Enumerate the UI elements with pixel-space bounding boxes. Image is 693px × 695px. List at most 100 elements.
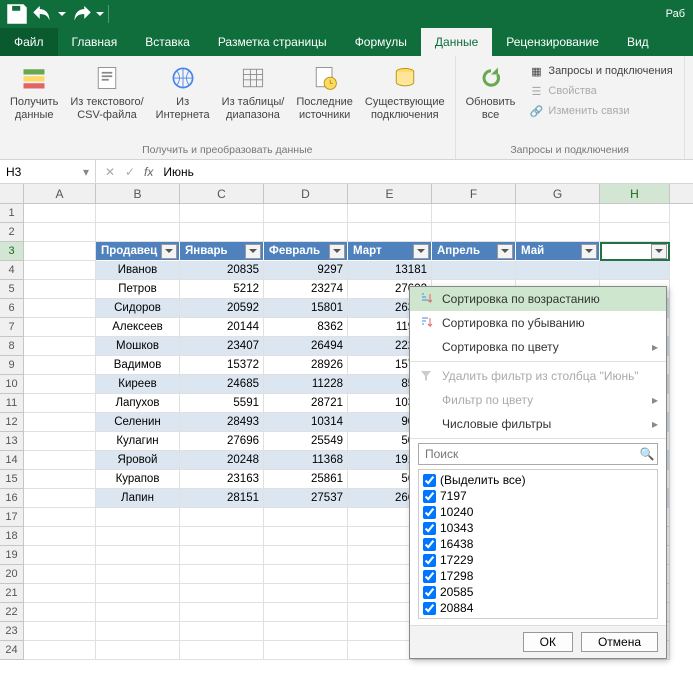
filter-checkbox[interactable] [423,522,436,535]
number-filters-item[interactable]: Числовые фильтры ▸ [410,412,666,436]
row-header[interactable]: 3 [0,242,24,261]
column-header-B[interactable]: B [96,184,180,203]
cell[interactable]: Кулагин [96,432,180,451]
cancel-button[interactable]: Отмена [581,632,658,652]
row-header[interactable]: 20 [0,565,24,584]
filter-button[interactable] [651,244,667,259]
select-all-corner[interactable] [0,184,24,203]
row-header[interactable]: 18 [0,527,24,546]
filter-select-all[interactable]: (Выделить все) [423,472,653,488]
cell[interactable]: 28926 [264,356,348,375]
column-header-A[interactable]: A [24,184,96,203]
tab-page-layout[interactable]: Разметка страницы [204,28,341,56]
ok-button[interactable]: ОК [523,632,573,652]
row-header[interactable]: 23 [0,622,24,641]
filter-values-list[interactable]: (Выделить все) 7197102401034316438172291… [418,469,658,619]
column-header-G[interactable]: G [516,184,600,203]
filter-checkbox[interactable] [423,570,436,583]
cell[interactable]: 28493 [180,413,264,432]
cell[interactable]: 25549 [264,432,348,451]
row-header[interactable]: 14 [0,451,24,470]
cell[interactable] [24,318,96,337]
cell[interactable] [96,546,180,565]
filter-value-item[interactable]: 20884 [423,600,653,616]
cell[interactable]: 10314 [264,413,348,432]
cell[interactable] [264,508,348,527]
cell[interactable] [24,299,96,318]
filter-button[interactable] [329,244,345,259]
cell[interactable] [24,584,96,603]
row-header[interactable]: 12 [0,413,24,432]
filter-search-box[interactable]: 🔍 [418,443,658,465]
cell[interactable]: Селенин [96,413,180,432]
cell[interactable] [24,204,96,223]
filter-button[interactable] [245,244,261,259]
cell[interactable]: Лапин [96,489,180,508]
cell[interactable]: Вадимов [96,356,180,375]
cell[interactable] [24,603,96,622]
row-header[interactable]: 8 [0,337,24,356]
cell[interactable]: 27537 [264,489,348,508]
column-header-H[interactable]: H [600,184,670,203]
cell[interactable] [96,641,180,660]
filter-button[interactable] [413,244,429,259]
filter-value-item[interactable]: 17229 [423,552,653,568]
filter-value-item[interactable]: 10343 [423,520,653,536]
cell[interactable]: 20144 [180,318,264,337]
cell[interactable] [264,546,348,565]
cell[interactable] [432,204,516,223]
row-header[interactable]: 15 [0,470,24,489]
filter-value-item[interactable]: 20585 [423,584,653,600]
refresh-all-button[interactable]: Обновить все [462,60,520,124]
cell[interactable] [24,413,96,432]
tab-insert[interactable]: Вставка [131,28,204,56]
queries-connections-button[interactable]: ▦ Запросы и подключения [525,62,675,80]
cell[interactable]: 24685 [180,375,264,394]
sort-by-color-item[interactable]: Сортировка по цвету ▸ [410,335,666,359]
qat-customize-icon[interactable] [94,3,106,25]
filter-search-input[interactable] [419,444,637,464]
cell[interactable]: 5591 [180,394,264,413]
cell[interactable] [264,527,348,546]
filter-checkbox[interactable] [423,490,436,503]
cell[interactable] [264,565,348,584]
cell[interactable] [96,204,180,223]
cell[interactable]: Киреев [96,375,180,394]
row-header[interactable]: 1 [0,204,24,223]
cell[interactable] [600,204,670,223]
row-header[interactable]: 11 [0,394,24,413]
column-header-E[interactable]: E [348,184,432,203]
cell[interactable] [264,223,348,242]
cell[interactable]: Иванов [96,261,180,280]
cell[interactable]: 11368 [264,451,348,470]
filter-value-item[interactable]: 16438 [423,536,653,552]
cell[interactable] [264,584,348,603]
cell[interactable] [180,603,264,622]
cell[interactable] [432,261,516,280]
cell[interactable] [24,622,96,641]
filter-button[interactable] [581,244,597,259]
cell[interactable] [96,223,180,242]
save-icon[interactable] [4,3,30,25]
recent-sources-button[interactable]: Последние источники [292,60,357,124]
row-header[interactable]: 17 [0,508,24,527]
column-header-F[interactable]: F [432,184,516,203]
cell[interactable] [24,261,96,280]
cell[interactable]: 20592 [180,299,264,318]
cell[interactable]: 23163 [180,470,264,489]
row-header[interactable]: 22 [0,603,24,622]
filter-checkbox[interactable] [423,474,436,487]
cell[interactable] [180,204,264,223]
row-header[interactable]: 13 [0,432,24,451]
from-text-button[interactable]: Из текстового/ CSV-файла [66,60,147,124]
filter-checkbox[interactable] [423,538,436,551]
filter-checkbox[interactable] [423,602,436,615]
cell[interactable]: 26494 [264,337,348,356]
cell[interactable] [96,565,180,584]
cell[interactable]: 9297 [264,261,348,280]
cell[interactable] [180,584,264,603]
filter-button[interactable] [161,244,177,259]
cell[interactable] [180,546,264,565]
undo-icon[interactable] [30,3,56,25]
cell[interactable] [180,622,264,641]
